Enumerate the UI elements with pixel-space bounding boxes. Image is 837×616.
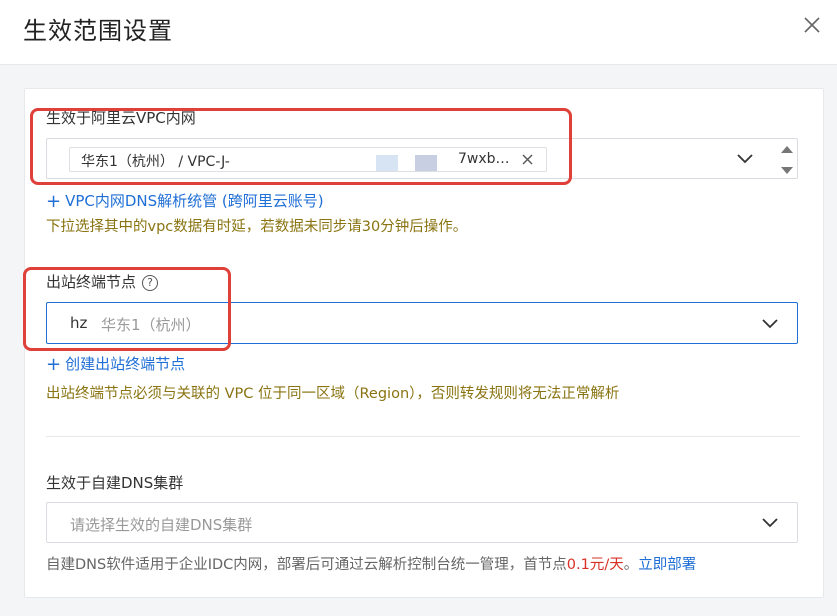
section-divider [46,436,800,437]
selected-vpc-tag: 华东1（杭州） / VPC-J- 7wxb… [69,147,547,172]
tag-close-icon[interactable] [521,153,534,166]
scope-settings-card: 生效于阿里云VPC内网 华东1（杭州） / VPC-J- 7wxb… + VPC内… [23,88,824,598]
desc-separator: 。 [623,557,639,573]
vpc-dns-unified-management-link[interactable]: + VPC内网DNS解析统管 (跨阿里云账号) [46,190,324,212]
redacted-block [376,155,398,171]
dialog-header: 生效范围设置 [0,0,837,65]
dns-cluster-select[interactable]: 请选择生效的自建DNS集群 [46,502,798,543]
help-circle-icon[interactable]: ? [142,275,159,291]
vpc-sync-hint: 下拉选择其中的vpc数据有时延，若数据未同步请30分钟后操作。 [46,219,468,235]
dns-cluster-description: 自建DNS软件适用于企业IDC内网，部署后可通过云解析控制台统一管理，首节点0.… [46,553,696,574]
create-outbound-endpoint-link[interactable]: + 创建出站终端节点 [46,353,185,375]
plus-icon: + [46,354,62,375]
plus-icon: + [46,191,62,212]
chevron-down-icon[interactable] [761,514,779,532]
outbound-endpoint-label-text: 出站终端节点 [46,273,137,291]
outbound-endpoint-label: 出站终端节点? [46,271,159,292]
selected-endpoint-region: 华东1（杭州） [101,316,201,334]
vpc-section-label: 生效于阿里云VPC内网 [46,109,196,127]
create-endpoint-label: 创建出站终端节点 [65,355,186,373]
vpc-tag-id-suffix: 7wxb… [458,151,510,167]
dns-cluster-desc-text: 自建DNS软件适用于企业IDC内网，部署后可通过云解析控制台统一管理，首节点 [46,557,567,573]
chevron-down-icon[interactable] [761,315,779,333]
redacted-block [415,155,437,171]
vpc-tag-label: 华东1（杭州） / VPC-J- [81,154,230,170]
stepper-icon[interactable] [778,141,796,179]
chevron-down-icon[interactable] [736,150,754,168]
dns-cluster-label: 生效于自建DNS集群 [46,474,184,492]
dialog-title: 生效范围设置 [23,17,173,45]
vpc-link-label: VPC内网DNS解析统管 (跨阿里云账号) [65,192,324,210]
outbound-region-hint: 出站终端节点必须与关联的 VPC 位于同一区域（Region），否则转发规则将无… [46,386,620,402]
dns-cluster-placeholder: 请选择生效的自建DNS集群 [70,516,253,534]
price-text: 0.1元/天 [566,557,624,573]
outbound-endpoint-select[interactable]: hz 华东1（杭州） [46,302,798,344]
selected-endpoint-name: hz [70,314,88,332]
close-icon[interactable] [800,13,824,37]
vpc-multiselect[interactable]: 华东1（杭州） / VPC-J- 7wxb… [46,138,798,179]
deploy-now-link[interactable]: 立即部署 [638,557,696,573]
